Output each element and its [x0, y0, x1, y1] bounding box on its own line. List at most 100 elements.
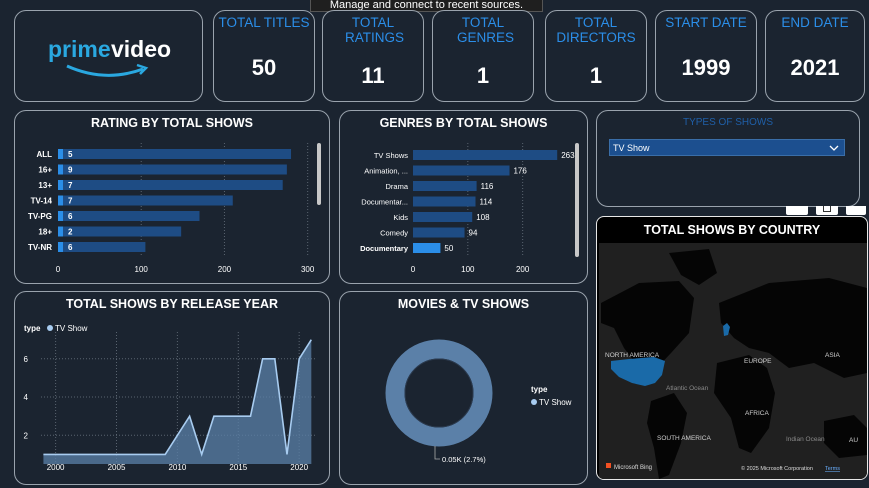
bar: [58, 226, 182, 237]
bar: [58, 211, 200, 221]
x-tick-label: 0: [56, 265, 61, 274]
data-label: 50: [444, 244, 453, 253]
category-label: 18+: [38, 228, 52, 237]
x-tick-label: 200: [218, 265, 232, 274]
data-label: 6: [68, 212, 73, 221]
x-tick-label: 2010: [168, 463, 186, 472]
x-tick-label: 2020: [290, 463, 308, 472]
bar: [413, 181, 477, 191]
category-label: Kids: [393, 213, 408, 222]
x-tick-label: 200: [516, 265, 530, 274]
bar-highlight: [58, 211, 63, 221]
filter-icon[interactable]: [786, 206, 808, 215]
terms-link: Terms: [825, 466, 840, 472]
map-label: NORTH AMERICA: [605, 352, 660, 359]
kpi-value: 11: [361, 63, 385, 88]
legend-title: type: [531, 385, 548, 394]
logo-text-prime: prime: [48, 36, 111, 62]
x-tick-label: 2015: [229, 463, 247, 472]
category-label: Documentar...: [361, 198, 408, 207]
kpi-title: TOTAL DIRECTORS: [556, 15, 636, 45]
visual-header-icons[interactable]: [786, 206, 866, 216]
kpi-total-directors: TOTAL DIRECTORS 1: [545, 10, 647, 102]
map-label: EUROPE: [744, 358, 772, 365]
category-label: 16+: [38, 166, 52, 175]
map-label: ASIA: [825, 352, 840, 359]
slicer-title: TYPES OF SHOWS: [682, 117, 773, 128]
prime-video-logo: prime video: [48, 36, 171, 77]
x-tick-label: 0: [411, 265, 416, 274]
kpi-total-titles: TOTAL TITLES 50: [213, 10, 315, 102]
bar-highlight: [58, 242, 63, 252]
category-label: Animation, ...: [364, 167, 408, 176]
bar: [413, 196, 476, 207]
category-label: Documentary: [360, 244, 409, 253]
x-tick-label: 2000: [47, 463, 65, 472]
category-label: TV-14: [31, 197, 53, 206]
map-label: AU: [849, 437, 858, 444]
legend-item: TV Show: [539, 398, 572, 407]
data-label: 94: [469, 229, 478, 238]
data-label: 0.05K (2.7%): [442, 455, 486, 464]
bar-highlight: [58, 226, 63, 237]
bing-attribution: Microsoft Bing: [614, 465, 652, 471]
data-label: 176: [513, 167, 527, 176]
legend-marker: [47, 325, 53, 331]
data-label: 7: [68, 181, 73, 190]
type-donut-chart[interactable]: 0.05K (2.7%) type TV Show: [340, 292, 589, 486]
chevron-down-icon: [829, 145, 839, 151]
bing-logo-icon: [606, 463, 611, 468]
bar: [413, 227, 465, 238]
bar: [413, 243, 441, 253]
kpi-title: TOTAL GENRES: [457, 15, 515, 45]
kpi-end-date: END DATE 2021: [765, 10, 865, 102]
x-tick-label: 100: [135, 265, 149, 274]
scrollbar: [317, 143, 321, 205]
x-tick-label: 300: [301, 265, 315, 274]
map-label: Atlantic Ocean: [666, 385, 709, 392]
genres-bar-chart[interactable]: 0 100 200 TV Shows 263 Animation, ... 176 Drama…: [340, 111, 589, 285]
kpi-value: 1: [589, 63, 603, 88]
release-area-chart[interactable]: type TV Show 2 4 6 2000 2005 2010 2015 2020: [15, 292, 331, 486]
bar: [413, 150, 558, 160]
slicer-dropdown[interactable]: TV Show: [609, 139, 845, 156]
bar: [58, 195, 233, 206]
genres-chart-card: GENRES BY TOTAL SHOWS 0 100 200 TV Shows 263…: [339, 110, 588, 284]
slicer-selected-value: TV Show: [613, 143, 650, 153]
category-label: TV-NR: [28, 243, 52, 252]
rating-bar-chart[interactable]: 0 100 200 300 ALL 5 16+ 9 13+ 7 TV-14 7 TV-PG 6 18+ 2 TV…: [15, 111, 331, 285]
category-label: Drama: [385, 182, 408, 191]
kpi-value: 1999: [681, 55, 731, 80]
bar-highlight: [58, 149, 63, 159]
kpi-start-date: START DATE 1999: [655, 10, 757, 102]
scrollbar: [575, 143, 579, 257]
kpi-value: 1: [476, 63, 490, 88]
legend-marker: [531, 399, 537, 405]
world-map[interactable]: NORTH AMERICA EUROPE ASIA Atlantic Ocean AFR…: [599, 243, 867, 480]
kpi-title: TOTAL RATINGS: [345, 15, 405, 45]
y-tick-label: 6: [24, 355, 29, 364]
more-options-icon[interactable]: [846, 206, 866, 215]
bar-highlight: [58, 180, 63, 190]
map-title: TOTAL SHOWS BY COUNTRY: [643, 223, 821, 237]
data-label: 263: [561, 151, 575, 160]
bar: [58, 164, 287, 175]
data-label: 9: [68, 166, 73, 175]
bar: [58, 180, 283, 190]
leader-line: [434, 446, 440, 460]
release-year-card: TOTAL SHOWS BY RELEASE YEAR type TV Show 2…: [14, 291, 330, 485]
donut-card: MOVIES & TV SHOWS 0.05K (2.7%) type TV Sho…: [339, 291, 588, 485]
category-label: ALL: [36, 150, 52, 159]
kpi-title: END DATE: [781, 15, 849, 30]
map-label: SOUTH AMERICA: [657, 435, 711, 442]
bar: [58, 149, 292, 159]
logo-text-video: video: [111, 36, 171, 62]
kpi-total-ratings: TOTAL RATINGS 11: [322, 10, 424, 102]
category-label: TV-PG: [28, 212, 52, 221]
bar: [413, 212, 473, 222]
focus-mode-icon[interactable]: [816, 206, 838, 215]
map-label: AFRICA: [745, 410, 770, 417]
bar-highlight: [58, 164, 63, 175]
y-tick-label: 4: [24, 393, 29, 402]
map-label: Indian Ocean: [786, 436, 825, 443]
